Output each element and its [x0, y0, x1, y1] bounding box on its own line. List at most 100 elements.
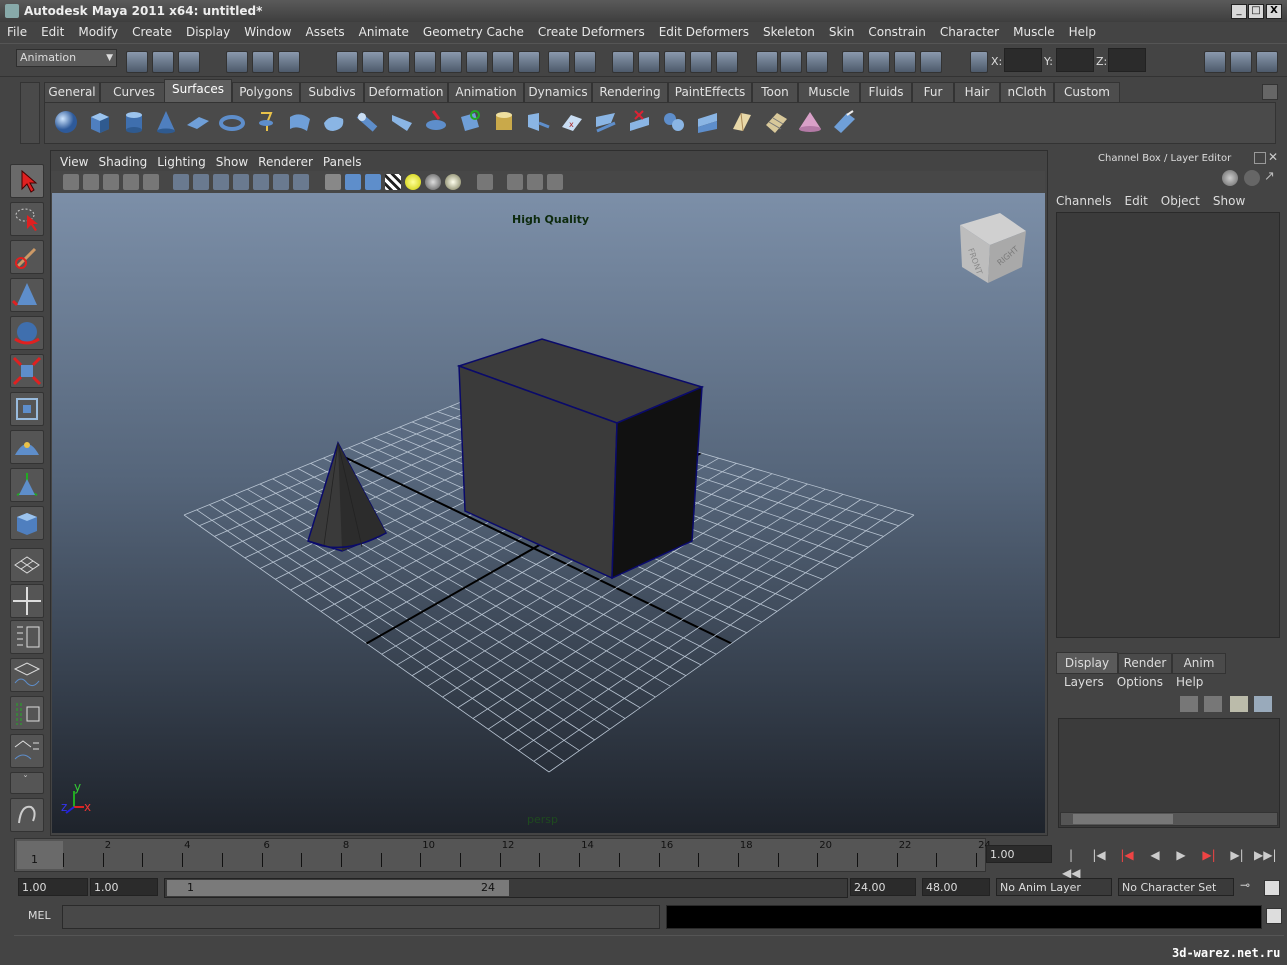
- paint-select-tool-button[interactable]: [10, 240, 44, 274]
- go-to-end-icon[interactable]: ▶▶|: [1254, 846, 1277, 864]
- float-panel-icon[interactable]: [1254, 152, 1266, 164]
- shelf-tab-fluids[interactable]: Fluids: [860, 82, 912, 102]
- birail-icon[interactable]: [389, 109, 415, 135]
- nurbs-cube-icon[interactable]: [87, 109, 113, 135]
- script-editor-icon[interactable]: [1266, 908, 1282, 924]
- select-rendering-icon[interactable]: [492, 51, 514, 73]
- shelf-tab-animation[interactable]: Animation: [448, 82, 524, 102]
- select-misc-icon[interactable]: [518, 51, 540, 73]
- shelf-tab-muscle[interactable]: Muscle: [798, 82, 860, 102]
- shelf-options-icon[interactable]: [1262, 84, 1278, 100]
- select-dynamics-icon[interactable]: [466, 51, 488, 73]
- menu-animate[interactable]: Animate: [352, 22, 416, 39]
- snap-view-plane-icon[interactable]: [690, 51, 712, 73]
- use-all-lights-icon[interactable]: [405, 174, 421, 190]
- panel-menu-shading[interactable]: Shading: [93, 153, 152, 171]
- maximize-button[interactable]: □: [1248, 4, 1264, 19]
- menu-create[interactable]: Create: [125, 22, 179, 39]
- snap-grid-icon[interactable]: [612, 51, 634, 73]
- output-ops-icon[interactable]: [780, 51, 802, 73]
- select-handles-icon[interactable]: [336, 51, 358, 73]
- shelf-tab-deformation[interactable]: Deformation: [364, 82, 448, 102]
- resolution-gate-icon[interactable]: [213, 174, 229, 190]
- shelf-tab-fur[interactable]: Fur: [912, 82, 954, 102]
- detach-surfaces-icon[interactable]: [729, 109, 755, 135]
- shadows-icon[interactable]: [425, 174, 441, 190]
- new-scene-icon[interactable]: [126, 51, 148, 73]
- last-used-tool-button[interactable]: [10, 506, 44, 540]
- layer-help-menu[interactable]: Help: [1176, 675, 1203, 689]
- cone-object[interactable]: [307, 441, 388, 552]
- show-menu[interactable]: Show: [1213, 194, 1245, 208]
- layer-tab-display[interactable]: Display: [1056, 652, 1118, 674]
- rotate-tool-button[interactable]: [10, 316, 44, 350]
- untrim-icon[interactable]: [661, 109, 687, 135]
- xray-joints-icon[interactable]: [527, 174, 543, 190]
- go-to-start-icon[interactable]: |◀◀: [1062, 846, 1080, 880]
- auto-key-icon[interactable]: ⊸: [1240, 878, 1250, 892]
- menu-display[interactable]: Display: [179, 22, 237, 39]
- project-curve-icon[interactable]: [593, 109, 619, 135]
- layers-menu[interactable]: Layers: [1064, 675, 1104, 689]
- construction-history-icon[interactable]: [806, 51, 828, 73]
- shelf-tab-polygons[interactable]: Polygons: [232, 82, 300, 102]
- tool-settings-toggle-icon[interactable]: [1230, 51, 1252, 73]
- nurbs-torus-icon[interactable]: [219, 109, 245, 135]
- nurbs-plane-icon[interactable]: [185, 109, 211, 135]
- select-curves-icon[interactable]: [388, 51, 410, 73]
- menu-muscle[interactable]: Muscle: [1006, 22, 1062, 39]
- select-deformations-icon[interactable]: [440, 51, 462, 73]
- textured-icon[interactable]: [385, 174, 401, 190]
- menu-geometry-cache[interactable]: Geometry Cache: [416, 22, 531, 39]
- shelf-tab-rendering[interactable]: Rendering: [592, 82, 668, 102]
- close-panel-icon[interactable]: ✕: [1268, 150, 1278, 164]
- character-set-dropdown[interactable]: No Character Set: [1118, 878, 1234, 896]
- select-component-icon[interactable]: [278, 51, 300, 73]
- move-layer-up-icon[interactable]: [1180, 696, 1198, 712]
- move-layer-down-icon[interactable]: [1204, 696, 1222, 712]
- menuset-dropdown[interactable]: Animation ▼: [16, 49, 117, 67]
- persp-graph-layout-button[interactable]: [10, 658, 44, 692]
- menu-constrain[interactable]: Constrain: [861, 22, 933, 39]
- panel-menu-show[interactable]: Show: [211, 153, 253, 171]
- channel-box-toggle-icon[interactable]: [1256, 51, 1278, 73]
- step-forward-frame-icon[interactable]: ▶|: [1200, 846, 1218, 864]
- panel-menu-panels[interactable]: Panels: [318, 153, 367, 171]
- loft-icon[interactable]: [287, 109, 313, 135]
- shelf-tab-hair[interactable]: Hair: [954, 82, 1000, 102]
- shelf-tab-toon[interactable]: Toon: [752, 82, 798, 102]
- square-surface-icon[interactable]: [457, 109, 483, 135]
- select-hierarchy-icon[interactable]: [226, 51, 248, 73]
- view-cube[interactable]: FRONT RIGHT: [960, 213, 1026, 283]
- render-current-frame-icon[interactable]: [868, 51, 890, 73]
- shelf-tab-subdivs[interactable]: Subdivs: [300, 82, 364, 102]
- time-slider[interactable]: 1 2 4 6 8 10 12 14 16 18 20 22 24: [14, 838, 991, 872]
- menu-edit-deformers[interactable]: Edit Deformers: [652, 22, 756, 39]
- nurbs-cylinder-icon[interactable]: [121, 109, 147, 135]
- two-d-pan-zoom-icon[interactable]: [123, 174, 139, 190]
- start-time-field[interactable]: 1.00: [18, 878, 88, 896]
- step-back-frame-icon[interactable]: |◀: [1118, 846, 1136, 864]
- menu-skeleton[interactable]: Skeleton: [756, 22, 822, 39]
- universal-manipulator-button[interactable]: [10, 392, 44, 426]
- attach-surfaces-icon[interactable]: [695, 109, 721, 135]
- wireframe-icon[interactable]: [325, 174, 341, 190]
- wireframe-on-shaded-icon[interactable]: [365, 174, 381, 190]
- gate-mask-icon[interactable]: [233, 174, 249, 190]
- play-forwards-icon[interactable]: ▶: [1172, 846, 1190, 864]
- persp-outliner-layout-button[interactable]: [10, 620, 44, 654]
- xray-components-icon[interactable]: [547, 174, 563, 190]
- smooth-shade-icon[interactable]: [345, 174, 361, 190]
- edit-menu[interactable]: Edit: [1125, 194, 1148, 208]
- soft-modification-button[interactable]: [10, 430, 44, 464]
- select-surfaces-icon[interactable]: [414, 51, 436, 73]
- snap-point-icon[interactable]: [664, 51, 686, 73]
- hypershade-layout-button[interactable]: [10, 696, 44, 730]
- panel-menu-renderer[interactable]: Renderer: [253, 153, 318, 171]
- render-settings-icon[interactable]: [920, 51, 942, 73]
- shelf-tab-surfaces[interactable]: Surfaces: [164, 79, 232, 102]
- ipr-render-icon[interactable]: [894, 51, 916, 73]
- camera-attributes-icon[interactable]: [63, 174, 79, 190]
- intersect-icon[interactable]: x: [559, 109, 585, 135]
- input-ops-icon[interactable]: [756, 51, 778, 73]
